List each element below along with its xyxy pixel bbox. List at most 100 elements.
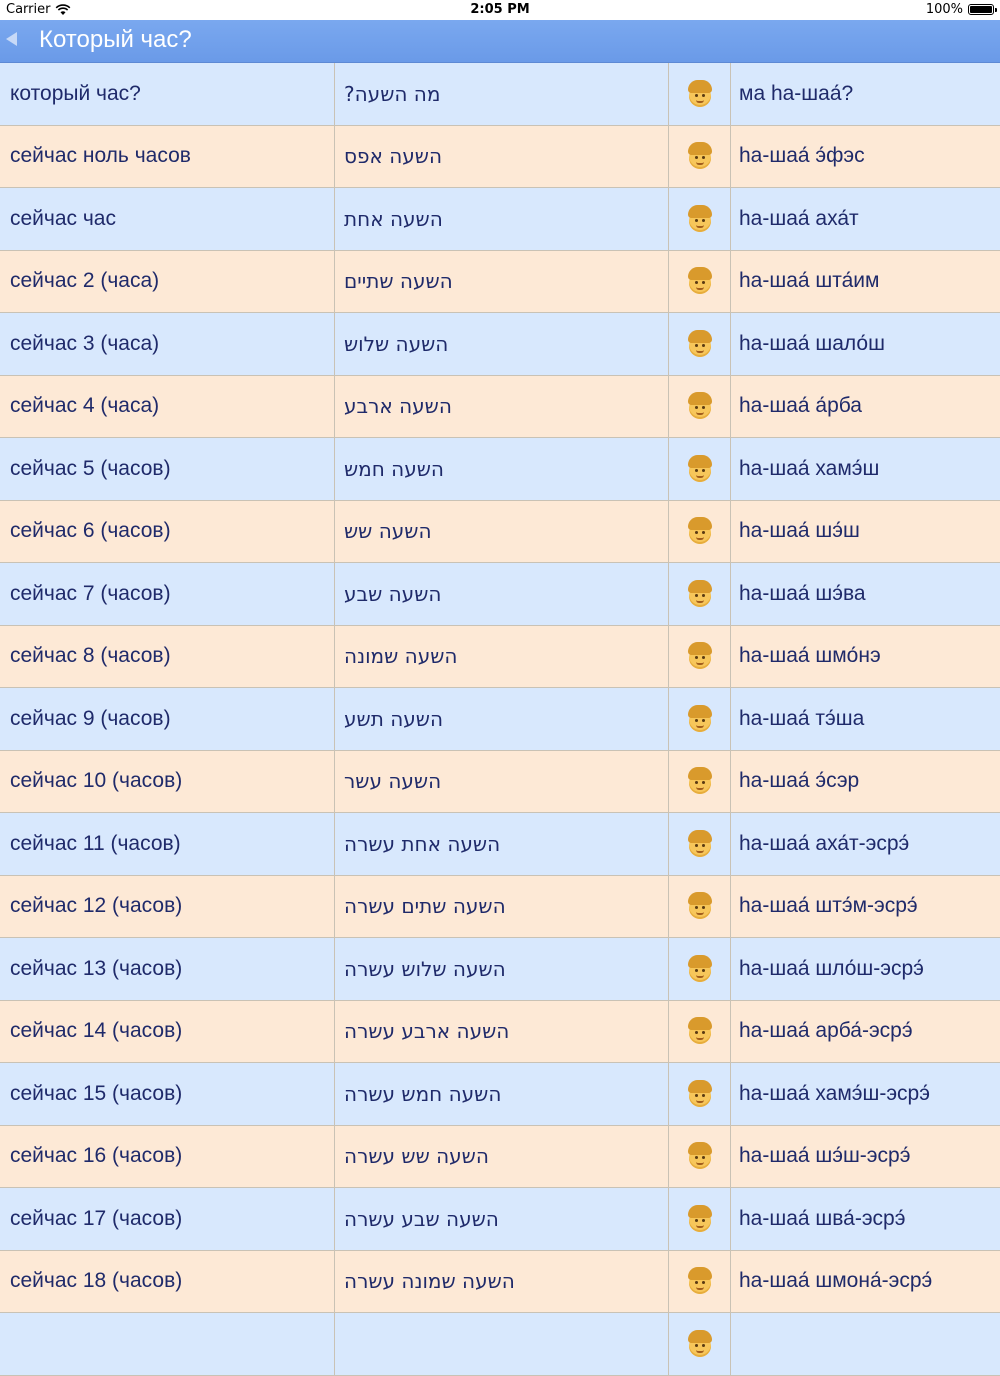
hebrew-phrase: השעה שמונה עשרה [335,1250,669,1312]
male-face-icon [687,329,713,358]
table-row[interactable]: сейчас 3 (часа) השעה שלוש hа-шаа́ шало́ш [0,313,1000,376]
russian-phrase: сейчас час [0,188,335,250]
audio-button[interactable] [669,125,731,187]
table-row[interactable]: сейчас 7 (часов) השעה שבע hа-шаа́ шэ́ва [0,563,1000,626]
table-row[interactable]: сейчас час השעה אחת hа-шаа́ аха́т [0,188,1000,251]
battery-fill [970,6,992,13]
audio-button[interactable] [669,750,731,812]
audio-button[interactable] [669,438,731,500]
hebrew-phrase: השעה שלוש [335,313,669,375]
table-row[interactable]: сейчас 15 (часов) השעה חמש עשרה hа-шаа́ ха… [0,1063,1000,1126]
russian-phrase: сейчас 2 (часа) [0,250,335,312]
transliteration: hа-шаа́ шало́ш [739,331,885,355]
hebrew-phrase: השעה אפס [335,125,669,187]
russian-phrase: сейчас 16 (часов) [0,1125,335,1187]
male-face-icon [687,1267,713,1295]
audio-button[interactable] [669,500,731,562]
russian-phrase: сейчас 3 (часа) [0,313,335,375]
transliteration: hа-шаа́ аха́т-эсрэ́ [739,831,910,855]
audio-button[interactable] [669,375,731,437]
transliteration: hа-шаа́ шэ́ш [739,519,860,543]
hebrew-phrase: השעה שתיים [335,250,669,312]
hebrew-phrase: השעה עשר [335,750,669,812]
russian-phrase: сейчас 8 (часов) [0,625,335,687]
male-face-icon [687,1204,713,1233]
table-row[interactable] [0,1313,1000,1376]
table-row[interactable]: сейчас 6 (часов) השעה שש hа-шаа́ шэ́ш [0,500,1000,563]
table-row[interactable]: который час? מה השעה? ма hа-шаа́? [0,63,1000,126]
russian-phrase [0,1313,335,1375]
table-row[interactable]: сейчас 13 (часов) השעה שלוש עשרה hа-шаа́ ш… [0,938,1000,1001]
table-row[interactable]: сейчас 16 (часов) השעה שש עשרה hа-шаа́ шэ́… [0,1125,1000,1188]
transliteration: ма hа-шаа́? [739,81,854,105]
hebrew-phrase: השעה שבע [335,563,669,625]
russian-phrase: сейчас 10 (часов) [0,750,335,812]
transliteration: hа-шаа́ хамэ́ш-эсрэ́ [739,1081,930,1105]
table-row[interactable]: сейчас 4 (часа) השעה ארבע hа-шаа́ а́рба [0,375,1000,438]
transliteration: hа-шаа́ шэ́ш-эсрэ́ [739,1144,911,1168]
male-face-icon [687,829,713,858]
table-row[interactable]: сейчас 18 (часов) השעה שמונה עשרה hа-шаа́ … [0,1250,1000,1313]
hebrew-phrase: השעה שמונה [335,625,669,687]
audio-button[interactable] [669,1250,731,1312]
russian-phrase: сейчас 5 (часов) [0,438,335,500]
transliteration: hа-шаа́ тэ́ша [739,706,865,730]
male-face-icon [687,767,713,795]
hebrew-phrase: השעה חמש עשרה [335,1063,669,1125]
russian-phrase: сейчас 13 (часов) [0,938,335,1000]
audio-button[interactable] [669,188,731,250]
transliteration: hа-шаа́ арба́-эсрэ́ [739,1019,913,1043]
audio-button[interactable] [669,938,731,1000]
audio-button[interactable] [669,1188,731,1250]
russian-phrase: сейчас 6 (часов) [0,500,335,562]
hebrew-phrase: השעה חמש [335,438,669,500]
russian-phrase: сейчас 11 (часов) [0,813,335,875]
male-face-icon [687,1142,713,1170]
table-row[interactable]: сейчас 8 (часов) השעה שמונה hа-шаа́ шмо́нэ [0,625,1000,688]
battery-icon [968,4,997,15]
hebrew-phrase: השעה אחת עשרה [335,813,669,875]
audio-button[interactable] [669,1063,731,1125]
audio-button[interactable] [669,1125,731,1187]
table-row[interactable]: сейчас 11 (часов) השעה אחת עשרה hа-шаа́ ах… [0,813,1000,876]
table-row[interactable]: сейчас 2 (часа) השעה שתיים hа-шаа́ шта́им [0,250,1000,313]
audio-button[interactable] [669,563,731,625]
male-face-icon [687,704,713,733]
male-face-icon [687,1079,713,1108]
table-row[interactable]: сейчас ноль часов השעה אפס hа-шаа́ э́фэс [0,125,1000,188]
status-bar: Carrier 2:05 PM 100% [0,0,1000,20]
table-row[interactable]: сейчас 14 (часов) השעה ארבע עשרה hа-шаа́ а… [0,1000,1000,1063]
audio-button[interactable] [669,1000,731,1062]
back-triangle-icon[interactable] [6,32,17,46]
audio-button[interactable] [669,250,731,312]
phrase-table: который час? מה השעה? ма hа-шаа́? сейчас но… [0,63,1000,1376]
male-face-icon [687,517,713,545]
male-face-icon [687,392,713,420]
audio-button[interactable] [669,688,731,750]
navigation-bar: Который час? [0,20,1000,63]
audio-button[interactable] [669,875,731,937]
audio-button[interactable] [669,625,731,687]
russian-phrase: сейчас 15 (часов) [0,1063,335,1125]
table-row[interactable]: сейчас 17 (часов) השעה שבע עשרה hа-шаа́ шв… [0,1188,1000,1251]
male-face-icon [687,454,713,483]
male-face-icon [687,1017,713,1045]
table-row[interactable]: сейчас 12 (часов) השעה שתים עשרה hа-шаа́ ш… [0,875,1000,938]
male-face-icon [687,642,713,670]
table-row[interactable]: сейчас 9 (часов) השעה תשע hа-шаа́ тэ́ша [0,688,1000,751]
hebrew-phrase: השעה תשע [335,688,669,750]
table-row[interactable]: сейчас 10 (часов) השעה עשר hа-шаа́ э́сэр [0,750,1000,813]
transliteration: hа-шаа́ аха́т [739,206,859,230]
audio-button[interactable] [669,813,731,875]
table-row[interactable]: сейчас 5 (часов) השעה חמש hа-шаа́ хамэ́ш [0,438,1000,501]
audio-button[interactable] [669,63,731,125]
male-face-icon [687,142,713,170]
audio-button[interactable] [669,313,731,375]
transliteration: hа-шаа́ шмона́-эсрэ́ [739,1269,933,1293]
status-time: 2:05 PM [470,2,530,17]
audio-button[interactable] [669,1313,731,1375]
russian-phrase: сейчас 14 (часов) [0,1000,335,1062]
battery-percent: 100% [925,2,963,17]
hebrew-phrase: השעה שתים עשרה [335,875,669,937]
transliteration: hа-шаа́ шва́-эсрэ́ [739,1206,906,1230]
